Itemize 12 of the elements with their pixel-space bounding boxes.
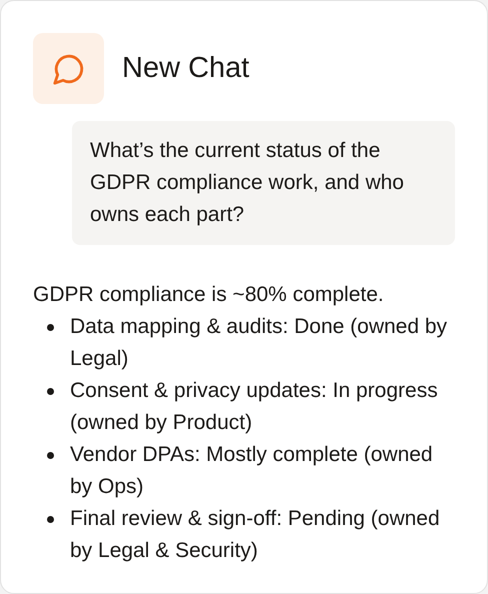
bullet-icon [47,452,54,459]
chat-icon [33,33,104,104]
bullet-icon [47,324,54,331]
bullet-icon [47,516,54,523]
bullet-icon [47,388,54,395]
user-message: What’s the current status of the GDPR compliance work, and who owns each part? [72,121,455,245]
reply-item: Vendor DPAs: Mostly complete (owned by Ops) [70,442,434,500]
chat-title: New Chat [122,50,250,86]
reply-item: Data mapping & audits: Done (owned by Legal) [70,314,448,372]
reply-item: Consent & privacy updates: In progress (owned by Product) [70,378,439,436]
reply-item: Final review & sign-off: Pending (owned by Legal & Security) [70,506,441,564]
reply-text: GDPR compliance is ~80% complete. [33,282,385,308]
